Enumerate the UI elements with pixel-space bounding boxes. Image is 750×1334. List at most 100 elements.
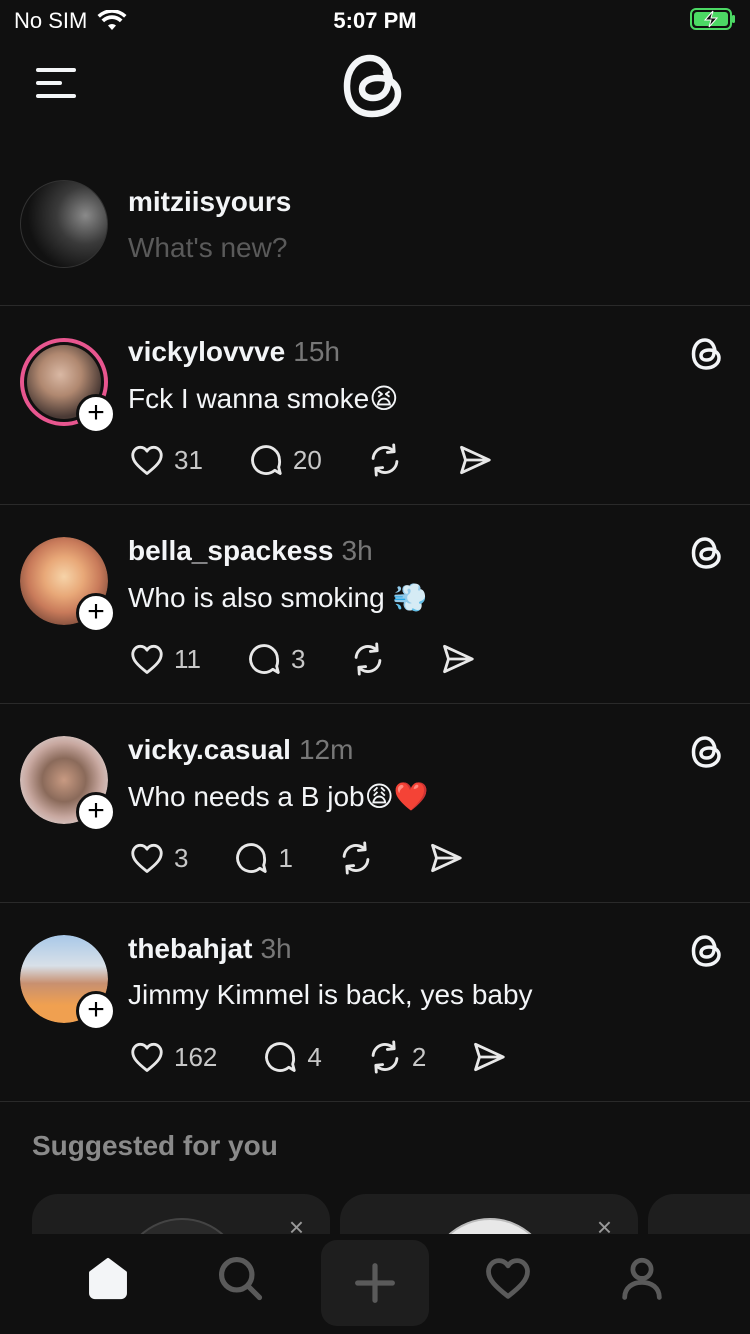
post-meta: vickylovvve 15h <box>128 336 340 368</box>
tab-home[interactable] <box>54 1234 162 1322</box>
post-username[interactable]: vickylovvve <box>128 336 285 367</box>
post-username[interactable]: vicky.casual <box>128 734 291 765</box>
menu-line-icon <box>36 68 76 72</box>
composer-placeholder[interactable]: What's new? <box>128 232 287 264</box>
like-count: 162 <box>174 1041 218 1072</box>
post-actions: 31 20 <box>128 440 538 480</box>
status-bar: No SIM 5:07 PM <box>0 0 750 42</box>
reply-count: 3 <box>291 643 306 674</box>
threads-mark-icon[interactable] <box>690 933 724 969</box>
search-icon <box>218 1256 263 1301</box>
share-button[interactable] <box>470 1038 508 1076</box>
share-button[interactable] <box>456 441 494 479</box>
threads-mark-icon[interactable] <box>690 336 724 372</box>
repost-count: 2 <box>411 1041 427 1072</box>
repost-icon <box>355 642 382 676</box>
feed-post[interactable]: + thebahjat 3h Jimmy Kimmel is back, yes … <box>0 903 750 1102</box>
post-timestamp: 15h <box>293 336 340 367</box>
like-count: 3 <box>174 842 189 873</box>
user-avatar <box>20 180 108 268</box>
app-header <box>0 42 750 142</box>
follow-plus-icon[interactable]: + <box>76 394 116 434</box>
post-timestamp: 3h <box>341 535 373 566</box>
post-text: Who needs a B job😩❤️ <box>128 781 429 812</box>
threads-mark-icon[interactable] <box>690 734 724 770</box>
like-button[interactable]: 31 <box>128 441 203 479</box>
home-icon <box>89 1257 127 1300</box>
repost-icon <box>342 841 370 875</box>
reply-count: 20 <box>292 444 322 475</box>
like-count: 31 <box>174 444 203 475</box>
menu-button[interactable] <box>36 68 76 98</box>
like-button[interactable]: 11 <box>128 640 201 678</box>
post-meta: bella_spackess 3h <box>128 535 373 567</box>
comment-icon <box>249 644 280 674</box>
reply-button[interactable]: 20 <box>247 441 322 479</box>
post-text: Fck I wanna smoke😫 <box>128 383 399 414</box>
post-actions: 11 3 <box>128 639 521 679</box>
post-avatar-wrapper[interactable]: + <box>20 537 116 633</box>
share-button[interactable] <box>427 839 465 877</box>
threads-mark-icon[interactable] <box>690 535 724 571</box>
battery-charging-icon <box>690 8 735 30</box>
post-username[interactable]: bella_spackess <box>128 535 334 566</box>
heart-icon <box>486 1258 530 1299</box>
send-icon <box>443 644 475 674</box>
follow-plus-icon[interactable]: + <box>76 792 116 832</box>
reply-button[interactable]: 4 <box>261 1038 322 1076</box>
menu-line-icon <box>36 94 76 98</box>
reply-button[interactable]: 1 <box>232 839 293 877</box>
post-avatar-wrapper[interactable]: + <box>20 736 116 832</box>
heart-icon <box>131 445 163 475</box>
tab-activity[interactable] <box>454 1234 562 1322</box>
tab-compose[interactable] <box>321 1240 429 1326</box>
heart-icon <box>131 644 163 674</box>
repost-button[interactable] <box>337 839 383 877</box>
reply-count: 4 <box>307 1041 322 1072</box>
post-timestamp: 12m <box>298 734 354 765</box>
composer-username: mitziisyours <box>128 186 292 217</box>
send-icon <box>431 843 462 873</box>
post-text: Jimmy Kimmel is back, yes baby <box>128 979 533 1010</box>
feed-post[interactable]: + bella_spackess 3h Who is also smoking 💨… <box>0 505 750 704</box>
new-thread-composer[interactable]: mitziisyours What's new? <box>0 160 750 306</box>
repost-icon <box>371 1040 399 1074</box>
repost-button[interactable]: 2 <box>366 1038 426 1076</box>
post-meta: thebahjat 3h <box>128 933 292 965</box>
share-button[interactable] <box>439 640 477 678</box>
like-button[interactable]: 162 <box>128 1038 217 1076</box>
comment-icon <box>236 843 268 873</box>
feed-post[interactable]: + vickylovvve 15h Fck I wanna smoke😫 31 2… <box>0 306 750 505</box>
threads-logo-icon[interactable] <box>340 50 408 122</box>
repost-button[interactable] <box>366 441 412 479</box>
plus-icon <box>355 1263 395 1303</box>
comment-icon <box>251 445 282 475</box>
post-timestamp: 3h <box>260 933 292 964</box>
post-actions: 162 4 2 <box>128 1037 552 1077</box>
heart-icon <box>131 843 163 873</box>
feed-post[interactable]: + vicky.casual 12m Who needs a B job😩❤️ 3… <box>0 704 750 903</box>
send-icon <box>459 445 491 475</box>
profile-icon <box>622 1257 662 1300</box>
post-username[interactable]: thebahjat <box>128 933 252 964</box>
post-meta: vicky.casual 12m <box>128 734 353 766</box>
send-icon <box>474 1042 506 1072</box>
post-text: Who is also smoking 💨 <box>128 582 428 613</box>
like-count: 11 <box>174 643 201 674</box>
comment-icon <box>265 1042 297 1072</box>
tab-search[interactable] <box>186 1234 294 1322</box>
like-button[interactable]: 3 <box>128 839 188 877</box>
follow-plus-icon[interactable]: + <box>76 593 116 633</box>
reply-count: 1 <box>278 842 293 873</box>
follow-plus-icon[interactable]: + <box>76 991 116 1031</box>
heart-icon <box>131 1042 163 1072</box>
repost-button[interactable] <box>349 640 395 678</box>
bottom-tab-bar <box>0 1234 750 1334</box>
clock: 5:07 PM <box>333 8 417 33</box>
post-avatar-wrapper[interactable]: + <box>20 935 116 1031</box>
reply-button[interactable]: 3 <box>245 640 305 678</box>
tab-profile[interactable] <box>588 1234 696 1322</box>
suggested-heading: Suggested for you <box>32 1130 278 1161</box>
post-avatar-wrapper[interactable]: + <box>20 338 116 434</box>
menu-line-icon <box>36 81 62 85</box>
